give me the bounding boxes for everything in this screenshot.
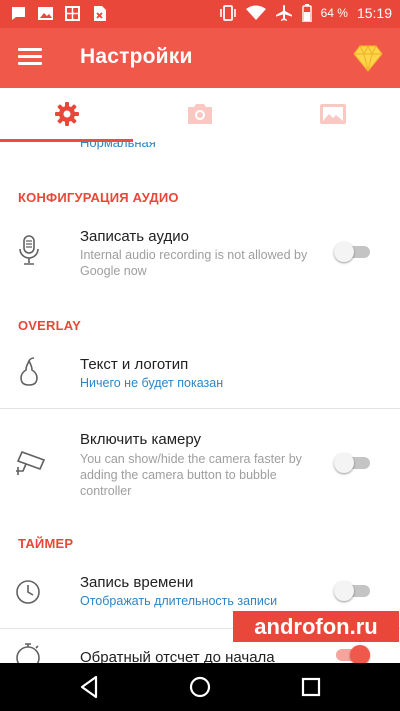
gallery-icon — [38, 7, 53, 20]
gallery-alt-icon — [65, 6, 80, 21]
setting-subtitle: Internal audio recording is not allowed … — [80, 248, 308, 278]
sms-icon — [12, 7, 25, 20]
setting-title: Обратный отсчет до начала — [80, 649, 275, 663]
system-icons: 64 % 15:19 — [219, 4, 392, 22]
tab-settings[interactable] — [0, 88, 133, 140]
setting-title: Включить камеру — [80, 431, 202, 448]
security-camera-icon — [16, 450, 46, 475]
setting-title: Запись времени — [80, 574, 194, 591]
image-icon — [319, 104, 346, 124]
vibrate-icon — [219, 5, 236, 21]
app-bar: Настройки — [0, 28, 400, 88]
divider — [0, 408, 400, 409]
setting-value: Ничего не будет показан — [80, 376, 224, 390]
section-header-audio: КОНФИГУРАЦИЯ АУДИО — [18, 190, 179, 205]
battery-icon — [301, 4, 312, 22]
status-bar: 64 % 15:19 — [0, 0, 400, 28]
section-header-timer: ТАЙМЕР — [18, 536, 74, 551]
page-title: Настройки — [80, 45, 193, 68]
quality-value: Нормальная — [80, 142, 156, 150]
record-time-toggle[interactable] — [334, 581, 370, 601]
battery-percent: 64 % — [320, 6, 348, 20]
record-audio-toggle[interactable] — [334, 242, 370, 262]
stopwatch-icon — [16, 643, 40, 663]
navigation-bar — [0, 663, 400, 711]
home-icon[interactable] — [186, 673, 214, 701]
countdown-toggle[interactable] — [334, 645, 370, 663]
section-header-overlay: OVERLAY — [18, 318, 82, 333]
pear-icon — [20, 357, 38, 386]
hamburger-icon[interactable] — [18, 48, 44, 68]
setting-subtitle: You can show/hide the camera faster by a… — [80, 452, 302, 498]
airplane-icon — [275, 5, 292, 21]
wifi-icon — [245, 5, 266, 20]
microphone-icon — [19, 235, 39, 265]
notification-icons — [10, 5, 108, 22]
camera-icon — [187, 104, 212, 124]
clock-time: 15:19 — [356, 5, 392, 21]
back-icon[interactable] — [76, 673, 104, 701]
file-icon — [94, 6, 106, 21]
settings-list: Нормальная КОНФИГУРАЦИЯ АУДИО Записать а… — [0, 142, 400, 663]
diamond-icon[interactable] — [352, 42, 384, 74]
tab-bar — [0, 88, 400, 142]
tab-gallery[interactable] — [266, 88, 399, 140]
gear-icon — [54, 102, 79, 126]
setting-title: Записать аудио — [80, 228, 189, 245]
watermark: androfon.ru — [233, 611, 399, 642]
enable-camera-toggle[interactable] — [334, 453, 370, 473]
setting-title: Текст и логотип — [80, 356, 189, 373]
setting-value: Отображать длительность записи — [80, 594, 278, 608]
recents-icon[interactable] — [297, 673, 325, 701]
clock-icon — [16, 580, 40, 604]
tab-camera[interactable] — [133, 88, 266, 140]
